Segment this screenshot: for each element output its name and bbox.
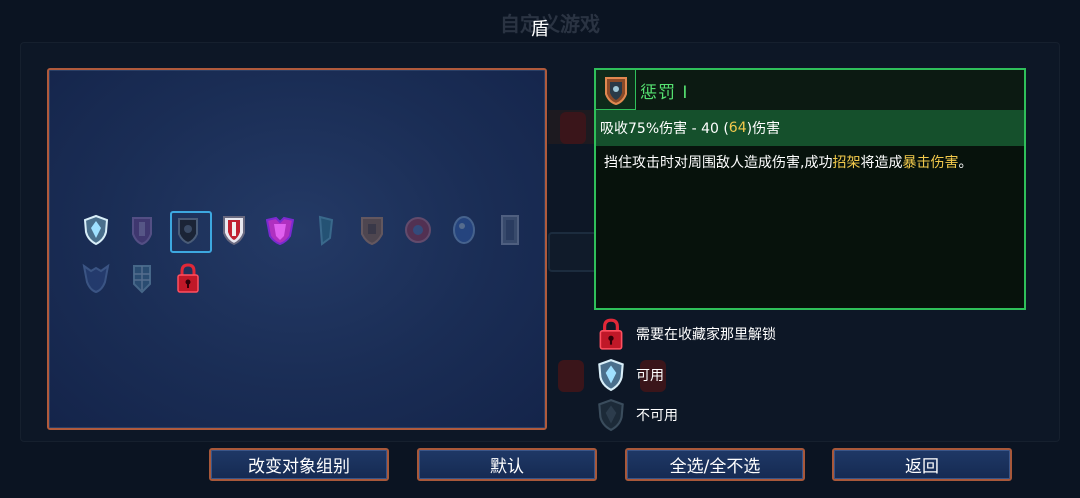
legend-label: 可用 xyxy=(636,368,664,384)
background-lock-icon xyxy=(560,112,586,144)
grid-item-winged-shield[interactable] xyxy=(257,206,303,254)
grid-item-dark-shield[interactable] xyxy=(165,206,212,254)
grid-item-orb-shield[interactable] xyxy=(441,206,487,254)
purple-shield-icon xyxy=(132,217,152,246)
lock-icon xyxy=(177,263,199,293)
available-shield-icon xyxy=(598,358,624,392)
desc-text: 将造成 xyxy=(860,155,903,171)
round-red-shield-icon xyxy=(405,217,431,243)
blue-orb-shield-icon xyxy=(453,216,475,244)
desc-highlight: 暴击伤害 xyxy=(902,155,959,171)
legend-label: 不可用 xyxy=(636,408,678,424)
legend-locked: 需要在收藏家那里解锁 xyxy=(596,317,776,351)
lock-icon xyxy=(599,318,623,350)
grid-item-teal-shield[interactable] xyxy=(303,206,349,254)
grid-item-round-shield[interactable] xyxy=(395,206,441,254)
grid-item-tower-shield[interactable] xyxy=(487,206,533,254)
bronze-shield-icon xyxy=(361,217,383,246)
legend-label: 需要在收藏家那里解锁 xyxy=(636,327,776,343)
stat-value: 64 xyxy=(728,120,747,136)
grid-item-crystal-shield[interactable] xyxy=(73,206,119,254)
item-name: 惩罚 I xyxy=(640,82,689,103)
item-description: 挡住攻击时对周围敌人造成伤害,成功招架将造成暴击伤害。 xyxy=(596,146,1024,175)
dark-shield-icon xyxy=(178,218,198,245)
grid-item-cross-shield[interactable] xyxy=(211,206,257,254)
grid-item-purple-shield[interactable] xyxy=(119,206,165,254)
grid-item-locked[interactable] xyxy=(165,254,211,302)
tower-shield-icon xyxy=(501,215,519,245)
unavailable-shield-icon xyxy=(598,398,624,432)
punishment-shield-icon xyxy=(604,76,627,105)
grid-item-bronze-shield[interactable] xyxy=(349,206,395,254)
change-group-button[interactable]: 改变对象组别 xyxy=(209,448,389,481)
legend-available: 可用 xyxy=(596,358,664,392)
detail-icon-frame xyxy=(596,70,636,110)
stat-prefix: 吸收75%伤害 - 40 ( xyxy=(600,121,729,137)
back-button[interactable]: 返回 xyxy=(832,448,1012,481)
legend-unavailable: 不可用 xyxy=(596,398,678,432)
item-stat-line: 吸收75%伤害 - 40 (64)伤害 xyxy=(596,110,1024,146)
winged-magenta-shield-icon xyxy=(266,216,294,246)
item-grid xyxy=(73,206,533,302)
toggle-all-button[interactable]: 全选/全不选 xyxy=(625,448,805,481)
teal-shield-icon xyxy=(318,215,334,246)
desc-text: 。 xyxy=(958,155,973,171)
detail-header: 惩罚 I xyxy=(596,70,1024,110)
desc-text: 挡住攻击时对周围敌人造成伤害,成功 xyxy=(604,155,833,171)
crystal-shield-icon xyxy=(83,214,109,246)
stat-suffix: )伤害 xyxy=(746,121,781,137)
horned-shield-icon xyxy=(82,263,110,294)
grid-shield-icon xyxy=(133,265,151,294)
background-bar xyxy=(548,110,598,144)
cross-shield-icon xyxy=(223,216,245,246)
item-detail-panel: 惩罚 I 吸收75%伤害 - 40 (64)伤害 挡住攻击时对周围敌人造成伤害,… xyxy=(594,68,1026,310)
grid-item-horned-shield[interactable] xyxy=(73,254,119,302)
desc-highlight: 招架 xyxy=(832,155,861,171)
background-lock-icon xyxy=(558,360,584,392)
grid-item-grid-shield[interactable] xyxy=(119,254,165,302)
default-button[interactable]: 默认 xyxy=(417,448,597,481)
item-grid-panel xyxy=(47,68,547,430)
page-title: 盾 xyxy=(531,19,549,40)
